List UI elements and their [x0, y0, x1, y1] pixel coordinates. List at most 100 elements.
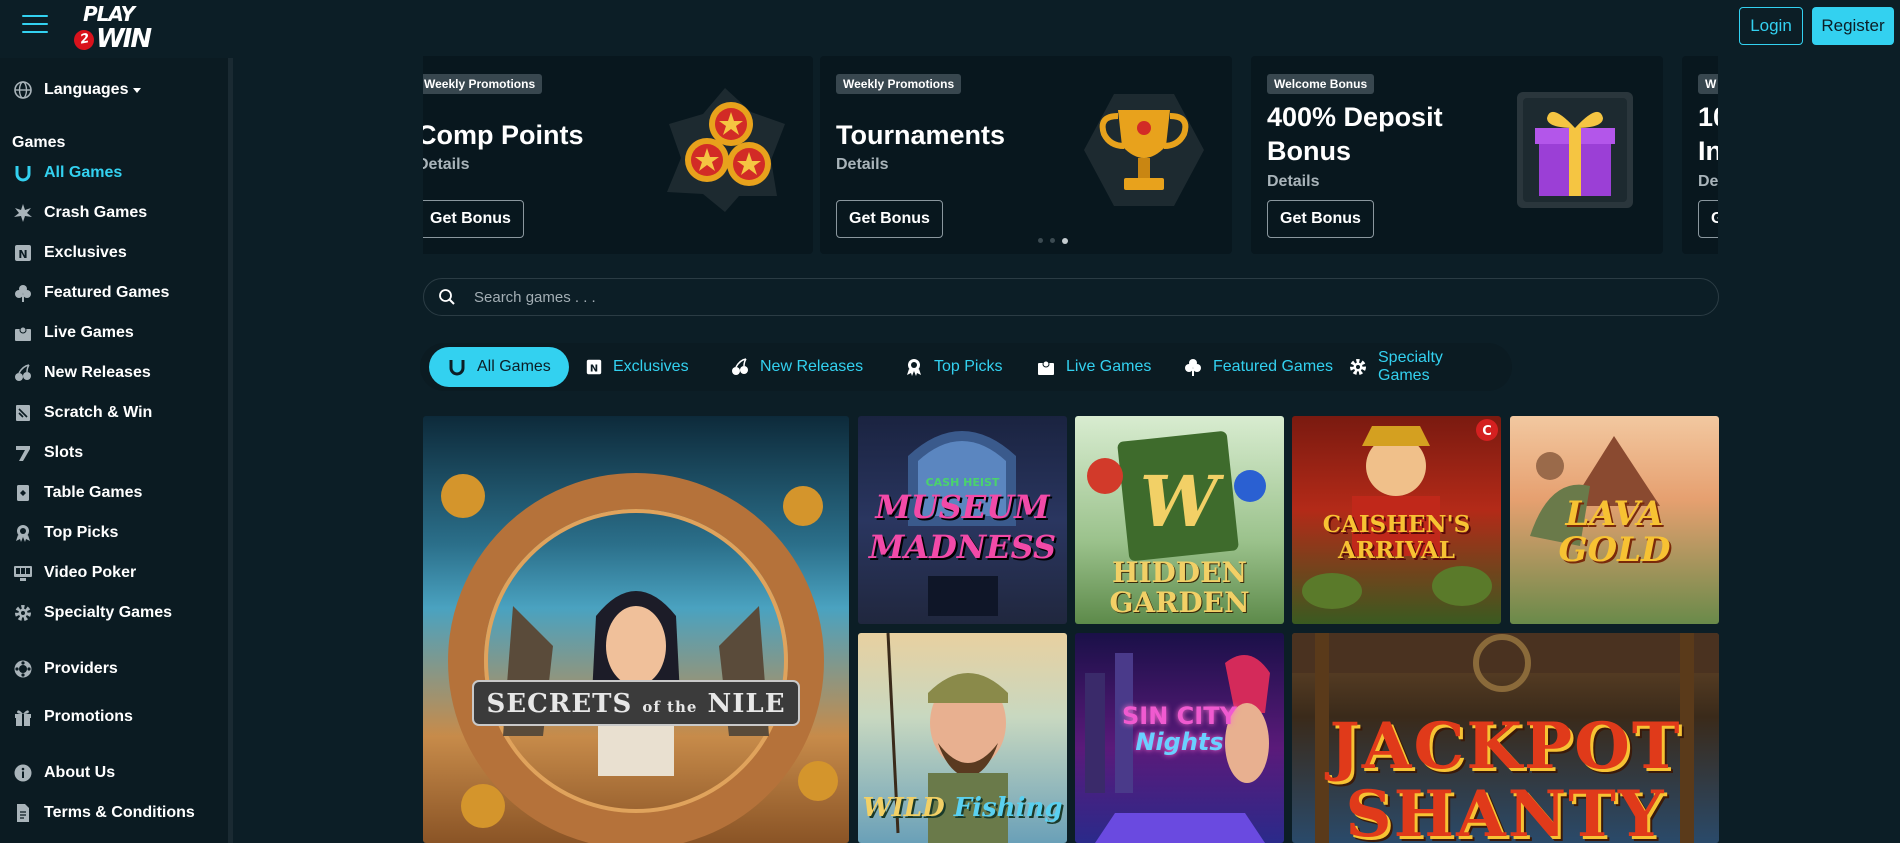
sidebar-item-new-releases[interactable]: New Releases: [12, 359, 151, 387]
promo-title: Comp Points: [423, 120, 584, 150]
register-button[interactable]: Register: [1812, 7, 1894, 45]
game-title-b: MADNESS: [868, 528, 1057, 566]
game-tile-secrets-of-the-nile[interactable]: SECRETS of the NILE: [423, 416, 849, 843]
svg-text:W: W: [1140, 460, 1225, 543]
promo-card-deposit-bonus[interactable]: Welcome Bonus 400% Deposit Bonus Details…: [1251, 56, 1663, 254]
logo-win-text: WIN: [96, 24, 152, 54]
sidebar-item-label: Promotions: [44, 708, 133, 725]
horseshoe-icon: [12, 162, 34, 184]
sidebar-item-about-us[interactable]: About Us: [12, 759, 115, 787]
game-tile-wild-fishing[interactable]: WILD Fishing: [858, 633, 1067, 843]
languages-label: Languages: [44, 81, 129, 98]
get-bonus-button[interactable]: G: [1698, 200, 1718, 238]
tab-specialty-games[interactable]: Specialty Games: [1330, 347, 1512, 387]
sidebar-item-live-games[interactable]: Live Games: [12, 319, 134, 347]
promo-tag: Welcome Bonus: [1267, 74, 1375, 94]
search-input[interactable]: [474, 279, 1674, 315]
svg-text:N: N: [18, 248, 27, 261]
award-icon: [12, 522, 34, 544]
promo-card-tournaments[interactable]: Weekly Promotions Tournaments Details Ge…: [820, 56, 1232, 254]
sidebar-item-crash-games[interactable]: Crash Games: [12, 199, 147, 227]
login-button[interactable]: Login: [1739, 7, 1803, 45]
carousel-dot-active[interactable]: [1062, 238, 1068, 244]
promo-card-partial[interactable]: W 10 In De G: [1682, 56, 1718, 254]
get-bonus-button[interactable]: Get Bonus: [836, 200, 943, 238]
sidebar-item-terms[interactable]: Terms & Conditions: [12, 799, 195, 827]
exclusive-badge-icon: N: [12, 242, 34, 264]
game-tile-caishens-arrival[interactable]: C CAISHEN'S ARRIVAL: [1292, 416, 1501, 624]
sidebar-item-featured-games[interactable]: Featured Games: [12, 279, 169, 307]
game-title-b: SHANTY: [1345, 777, 1666, 843]
game-tile-hidden-garden[interactable]: W HIDDEN GARDEN: [1075, 416, 1284, 624]
poker-machine-icon: [12, 562, 34, 584]
carousel-dot[interactable]: [1038, 238, 1043, 243]
sidebar-item-top-picks[interactable]: Top Picks: [12, 519, 118, 547]
game-tile-lava-gold[interactable]: LAVA GOLD: [1510, 416, 1719, 624]
sidebar-item-label: Specialty Games: [44, 604, 173, 621]
exclusive-badge-icon: N: [585, 358, 603, 376]
tab-label: Featured Games: [1213, 358, 1334, 375]
game-title-end: NILE: [707, 689, 786, 719]
sidebar-item-all-games[interactable]: All Games: [12, 159, 122, 187]
scratch-card-icon: [12, 402, 34, 424]
explosion-icon: [12, 202, 34, 224]
tab-featured-games[interactable]: Featured Games: [1165, 347, 1351, 387]
sidebar-item-label: New Releases: [44, 364, 151, 381]
promo-tag: W: [1698, 74, 1718, 94]
game-title-b: Nights: [1135, 728, 1224, 756]
tab-all-games[interactable]: All Games: [429, 347, 569, 387]
sidebar-item-label: Slots: [44, 444, 84, 461]
get-bonus-button[interactable]: Get Bonus: [423, 200, 524, 238]
game-title: WILD: [862, 793, 945, 823]
game-tile-museum-madness[interactable]: CASH HEIST MUSEUM MADNESS: [858, 416, 1067, 624]
languages-dropdown[interactable]: Languages: [12, 76, 142, 104]
game-art: [441, 473, 838, 843]
get-bonus-button[interactable]: Get Bonus: [1267, 200, 1374, 238]
search-icon: [439, 289, 455, 305]
sidebar-item-table-games[interactable]: Table Games: [12, 479, 142, 507]
game-title: CAISHEN'S: [1322, 511, 1471, 538]
promo-details-link[interactable]: Details: [836, 156, 888, 174]
svg-text:C: C: [1482, 424, 1492, 439]
promo-details-link[interactable]: Details: [1267, 173, 1319, 191]
hamburger-menu-icon[interactable]: [22, 15, 48, 35]
promo-card-comp-points[interactable]: Weekly Promotions Comp Points Details Ge…: [423, 56, 813, 254]
gift-box-icon: [1517, 92, 1633, 208]
sidebar-item-video-poker[interactable]: Video Poker: [12, 559, 136, 587]
cherries-icon: [12, 362, 34, 384]
promo-carousel[interactable]: Weekly Promotions Comp Points Details Ge…: [423, 56, 1718, 254]
tab-new-releases[interactable]: New Releases: [712, 347, 881, 387]
tab-label: New Releases: [760, 358, 864, 375]
site-logo[interactable]: PLAY 2 WIN: [72, 2, 164, 54]
sidebar-item-promotions[interactable]: Promotions: [12, 703, 133, 731]
sidebar-item-specialty-games[interactable]: Specialty Games: [12, 599, 172, 627]
promo-details-link[interactable]: Details: [423, 156, 469, 174]
svg-text:N: N: [590, 364, 598, 375]
sidebar-item-slots[interactable]: Slots: [12, 439, 83, 467]
award-icon: [904, 357, 924, 377]
tab-top-picks[interactable]: Top Picks: [886, 347, 1020, 387]
tab-exclusives[interactable]: N Exclusives: [567, 347, 707, 387]
sidebar-item-scratch-win[interactable]: Scratch & Win: [12, 399, 152, 427]
promo-title: 10 In: [1698, 102, 1718, 166]
globe-icon: [12, 79, 34, 101]
promo-details-link[interactable]: De: [1698, 173, 1718, 191]
promo-tag: Weekly Promotions: [836, 74, 962, 94]
game-title-b: ARRIVAL: [1338, 537, 1455, 564]
game-tile-sin-city-nights[interactable]: SIN CITY Nights: [1075, 633, 1284, 843]
game-tile-jackpot-shanty[interactable]: JACKPOT SHANTY: [1292, 633, 1719, 843]
clover-icon: [12, 282, 34, 304]
sidebar-item-exclusives[interactable]: N Exclusives: [12, 239, 127, 267]
sidebar-item-providers[interactable]: Providers: [12, 655, 118, 683]
dealer-icon: [12, 322, 34, 344]
tab-live-games[interactable]: Live Games: [1018, 347, 1169, 387]
tab-label: Exclusives: [613, 358, 689, 375]
carousel-dot[interactable]: [1050, 238, 1055, 243]
tab-label: Top Picks: [934, 358, 1003, 375]
carousel-pagination: [1038, 238, 1068, 244]
sidebar-scrollbar[interactable]: [228, 58, 233, 843]
search-bar: [423, 278, 1719, 316]
game-title: MUSEUM: [875, 488, 1050, 526]
promo-tag: Weekly Promotions: [423, 74, 543, 94]
top-header: PLAY 2 WIN Login Register: [0, 0, 1900, 54]
